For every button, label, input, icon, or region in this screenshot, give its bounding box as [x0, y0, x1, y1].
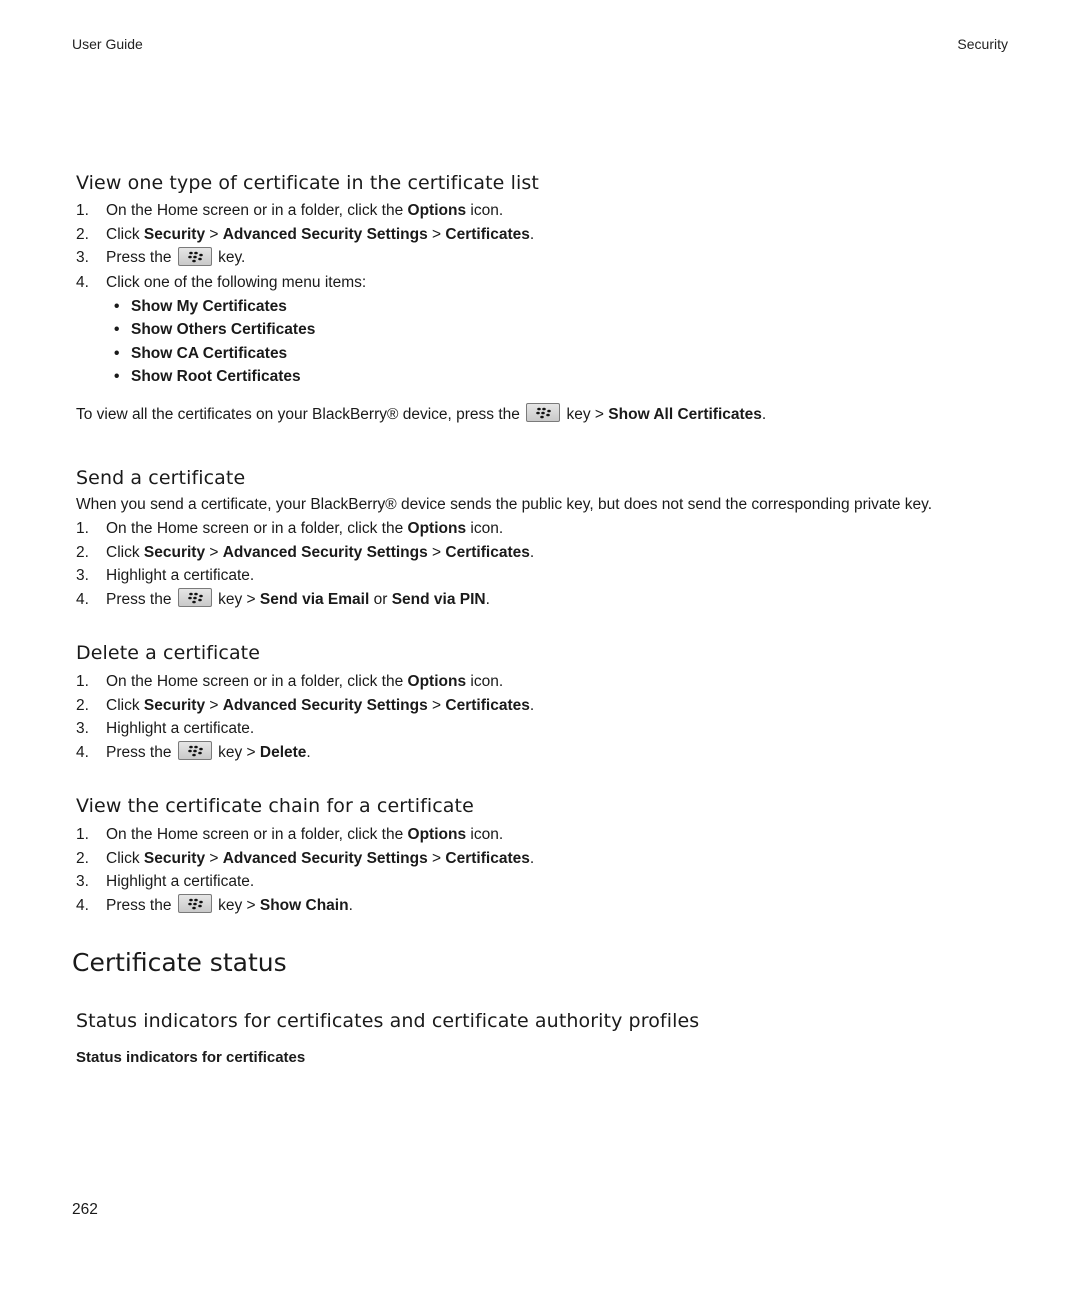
section-view-one-type: View one type of certificate in the cert… — [76, 172, 1036, 425]
step-3: 3. Highlight a certificate. — [76, 873, 255, 890]
step-4: 4. Press the key > Send via Email or Send… — [76, 588, 1056, 614]
section-delete-certificate: Delete a certificate 1. On the Home scree… — [76, 642, 1036, 766]
page-number: 262 — [72, 1201, 98, 1218]
section-title: Status indicators for certificates and c… — [76, 1010, 700, 1032]
steps-list: 1. On the Home screen or in a folder, cli… — [76, 672, 1036, 766]
subheading: Status indicators for certificates — [76, 1049, 306, 1066]
menu-items-list: Show My Certificates Show Others Certifi… — [106, 297, 1036, 391]
menu-item: Show CA Certificates — [106, 344, 1036, 368]
step-1: 1. On the Home screen or in a folder, cli… — [76, 520, 504, 537]
menu-item: Show Others Certificates — [106, 320, 1036, 344]
step-3: 3. Highlight a certificate. — [76, 720, 255, 737]
step-1: 1. On the Home screen or in a folder, cli… — [76, 826, 504, 843]
step-4: 4. Press the key > Delete. — [76, 741, 1036, 767]
step-4: 4. Press the key > Show Chain. — [76, 894, 1036, 920]
step-2: 2. Click Security > Advanced Security Set… — [76, 696, 535, 714]
section-title: View one type of certificate in the cert… — [76, 172, 539, 194]
step-2: 2. Click Security > Advanced Security Set… — [76, 225, 535, 243]
step-2: 2. Click Security > Advanced Security Set… — [76, 543, 535, 561]
chapter-title: Certificate status — [72, 948, 287, 977]
menu-item: Show My Certificates — [106, 297, 1036, 321]
note-show-all: To view all the certificates on your Bla… — [76, 403, 1036, 425]
section-send-certificate: Send a certificate When you send a certi… — [76, 467, 1056, 613]
blackberry-menu-key-icon — [177, 246, 212, 266]
blackberry-menu-key-icon — [526, 403, 561, 423]
running-header-right: Security — [957, 36, 1008, 52]
blackberry-menu-key-icon — [177, 588, 212, 608]
step-2: 2. Click Security > Advanced Security Set… — [76, 849, 535, 867]
blackberry-menu-key-icon — [177, 741, 212, 761]
steps-list: 1. On the Home screen or in a folder, cli… — [76, 519, 1056, 613]
section-intro: When you send a certificate, your BlackB… — [76, 496, 933, 513]
section-view-chain: View the certificate chain for a certifi… — [76, 795, 1036, 919]
step-4: 4. Click one of the following menu items: — [76, 274, 367, 291]
section-title: View the certificate chain for a certifi… — [76, 795, 474, 817]
step-3: 3. Press the key. — [76, 246, 1036, 273]
section-title: Send a certificate — [76, 467, 246, 489]
blackberry-menu-key-icon — [177, 894, 212, 914]
step-1: 1. On the Home screen or in a folder, cli… — [76, 202, 504, 219]
running-header-left: User Guide — [72, 36, 143, 52]
section-title: Delete a certificate — [76, 642, 261, 664]
menu-item: Show Root Certificates — [106, 367, 1036, 391]
steps-list: 1. On the Home screen or in a folder, cli… — [76, 825, 1036, 919]
step-3: 3. Highlight a certificate. — [76, 567, 255, 584]
step-1: 1. On the Home screen or in a folder, cli… — [76, 673, 504, 690]
steps-list: 1. On the Home screen or in a folder, cli… — [76, 201, 1036, 297]
